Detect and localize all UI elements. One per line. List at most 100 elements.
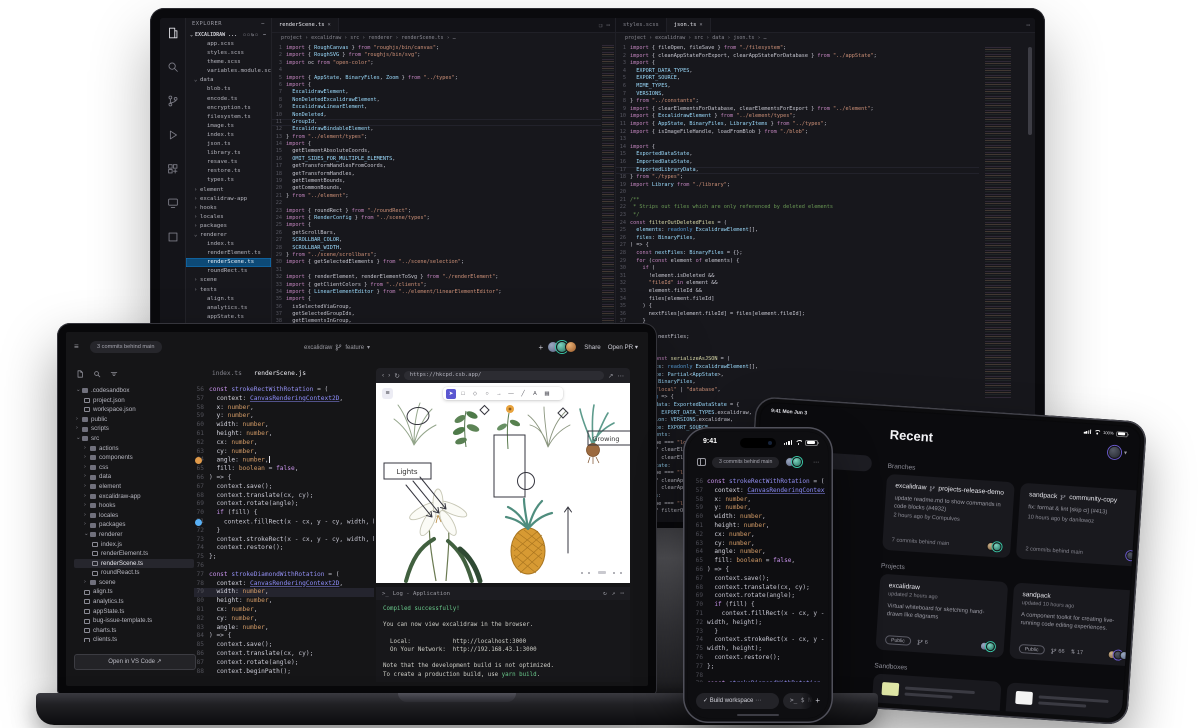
tree-item-charts-ts[interactable]: charts.ts xyxy=(74,626,194,636)
tree-item-roundrect-ts[interactable]: roundRect.ts xyxy=(186,267,271,276)
explorer-section-actions[interactable]: ▫▫↻▫ ⋯ xyxy=(243,30,267,40)
more-actions-icon[interactable]: ⋯ xyxy=(813,459,819,466)
tree-item--codesandbox[interactable]: ⌄.codesandbox xyxy=(74,386,194,396)
tree-item-index-js[interactable]: index.js xyxy=(74,540,194,550)
rectangle-tool[interactable]: □ xyxy=(458,389,468,399)
canvas-label[interactable]: Lights xyxy=(396,468,417,476)
refresh-icon[interactable]: ↻ xyxy=(603,590,607,597)
add-button[interactable]: + xyxy=(539,343,544,352)
sidebar-toggle-icon[interactable] xyxy=(697,458,706,466)
url-bar[interactable]: https://hkcpd.csb.app/ xyxy=(404,371,604,380)
forward-icon[interactable]: › xyxy=(388,372,390,379)
tree-item-filesystem-ts[interactable]: filesystem.ts xyxy=(186,113,271,122)
avatar[interactable] xyxy=(1126,551,1136,561)
filter-icon[interactable] xyxy=(110,370,118,380)
arrow-tool[interactable]: → xyxy=(494,389,504,399)
tree-item-app-scss[interactable]: app.scss xyxy=(186,40,271,49)
project-card[interactable]: excalidrawupdated 2 hours agoVirtual whi… xyxy=(875,574,1008,658)
tree-item-roundreact-ts[interactable]: roundReact.ts xyxy=(74,568,194,578)
external-link-icon[interactable]: ↗ xyxy=(612,590,616,597)
open-pr-button[interactable]: Open PR ▾ xyxy=(608,344,638,351)
tree-item-types-ts[interactable]: types.ts xyxy=(186,176,271,185)
open-in-vscode-button[interactable]: Open in VS Code ↗ xyxy=(74,654,196,670)
tree-item-data[interactable]: ⌄data xyxy=(186,76,271,85)
search-icon[interactable] xyxy=(93,370,101,380)
codesandbox-icon[interactable] xyxy=(166,230,180,244)
new-file-icon[interactable] xyxy=(76,370,84,380)
tree-item-project-json[interactable]: project.json xyxy=(74,396,194,406)
tree-item-element[interactable]: ›element xyxy=(186,186,271,195)
project-card[interactable]: sandpackupdated 10 hours agoA component … xyxy=(1009,583,1141,667)
source-control-icon[interactable] xyxy=(166,94,180,108)
tree-item-packages[interactable]: ›packages xyxy=(186,222,271,231)
diamond-tool[interactable]: ◇ xyxy=(470,389,480,399)
tree-item-analytics-ts[interactable]: analytics.ts xyxy=(186,304,271,313)
tree-item-scripts[interactable]: ›scripts xyxy=(74,424,194,434)
build-workspace-button[interactable]: ✓ Build workspace ⋯ xyxy=(696,693,779,709)
tree-item-appstate-ts[interactable]: appState.ts xyxy=(186,313,271,322)
share-button[interactable]: Share xyxy=(584,344,601,351)
tab-renderscene[interactable]: renderScene.js xyxy=(254,370,306,377)
add-button[interactable]: + xyxy=(815,696,820,706)
back-icon[interactable]: ‹ xyxy=(382,372,384,379)
workspace-section-label[interactable]: EXCALIDRAW ... xyxy=(195,30,237,40)
ellipse-tool[interactable]: ○ xyxy=(482,389,492,399)
tab-renderscene[interactable]: renderScene.ts× xyxy=(272,18,339,32)
menu-icon[interactable]: ≡ xyxy=(382,388,393,399)
avatar[interactable] xyxy=(792,457,802,467)
avatar[interactable] xyxy=(1108,445,1122,459)
tree-item-src[interactable]: ⌄src xyxy=(74,434,194,444)
sandbox-card[interactable] xyxy=(1004,682,1136,719)
tree-item-clients-ts[interactable]: clients.ts xyxy=(74,635,194,642)
tree-item-renderelement-ts[interactable]: renderElement.ts xyxy=(74,549,194,559)
remote-explorer-icon[interactable] xyxy=(166,196,180,210)
branch-selector[interactable]: excalidraw feature ▾ xyxy=(304,344,370,351)
more-actions-icon[interactable]: ⋯ xyxy=(618,372,625,380)
tree-item-align-ts[interactable]: align.ts xyxy=(186,295,271,304)
tree-item-renderscene-ts[interactable]: renderScene.ts xyxy=(74,559,194,569)
tree-item-components[interactable]: ›components xyxy=(74,453,194,463)
search-icon[interactable] xyxy=(166,60,180,74)
tree-item-locales[interactable]: ›locales xyxy=(186,213,271,222)
selection-tool[interactable]: ➤ xyxy=(446,389,456,399)
commits-badge[interactable]: 3 commits behind main xyxy=(712,457,779,468)
extensions-icon[interactable] xyxy=(166,162,180,176)
tree-item-public[interactable]: ›public xyxy=(74,415,194,425)
line-tool[interactable]: — xyxy=(506,389,516,399)
terminal-output[interactable]: Compiled successfully! You can now view … xyxy=(376,600,630,682)
branch-card[interactable]: sandpack community-copyfix: format & lin… xyxy=(1016,483,1141,567)
more-actions-icon[interactable]: ⋯ xyxy=(261,18,265,30)
tree-item-restore-ts[interactable]: restore.ts xyxy=(186,167,271,176)
more-actions-icon[interactable]: ⋯ xyxy=(1026,22,1030,29)
tree-item-packages[interactable]: ›packages xyxy=(74,520,194,530)
more-actions-icon[interactable]: ⋯ xyxy=(606,22,610,29)
excalidraw-canvas[interactable]: ≡ ➤ □ ◇ ○ → — ╱ A ▦ xyxy=(376,383,630,583)
refresh-icon[interactable]: ↻ xyxy=(394,372,399,380)
tree-item-tests[interactable]: ›tests xyxy=(186,286,271,295)
split-editor-icon[interactable]: ❏ xyxy=(599,22,603,29)
avatar[interactable] xyxy=(565,341,577,353)
draw-tool[interactable]: ╱ xyxy=(518,389,528,399)
scrollbar[interactable] xyxy=(1028,47,1032,135)
run-debug-icon[interactable] xyxy=(166,128,180,142)
code-editor[interactable]: 56const strokeRectWithRotation = (57 con… xyxy=(694,478,825,682)
avatar[interactable] xyxy=(1119,651,1129,661)
close-icon[interactable]: × xyxy=(699,22,702,28)
breadcrumb[interactable]: project › excalidraw › src › data › json… xyxy=(616,33,1035,44)
tree-item-excalidraw-app[interactable]: ›excalidraw-app xyxy=(186,195,271,204)
more-actions-icon[interactable]: ⋯ xyxy=(620,590,624,597)
image-tool[interactable]: ▦ xyxy=(542,389,552,399)
tree-item-styles-scss[interactable]: styles.scss xyxy=(186,49,271,58)
tree-item-resave-ts[interactable]: resave.ts xyxy=(186,158,271,167)
tab-json[interactable]: json.ts× xyxy=(667,18,711,32)
external-link-icon[interactable]: ↗ xyxy=(608,372,613,380)
terminal-title[interactable]: Log - Application xyxy=(393,591,450,597)
tree-item-align-ts[interactable]: align.ts xyxy=(74,587,194,597)
tree-item-encryption-ts[interactable]: encryption.ts xyxy=(186,104,271,113)
tree-item-theme-scss[interactable]: theme.scss xyxy=(186,58,271,67)
terminal-pill[interactable]: >_ $ Ne xyxy=(783,693,813,709)
minimap[interactable] xyxy=(602,45,614,327)
tree-item-scene[interactable]: ›scene xyxy=(186,276,271,285)
canvas-label[interactable]: Growing xyxy=(593,435,620,443)
tree-item-variables-module-scss[interactable]: variables.module.scss xyxy=(186,67,271,76)
